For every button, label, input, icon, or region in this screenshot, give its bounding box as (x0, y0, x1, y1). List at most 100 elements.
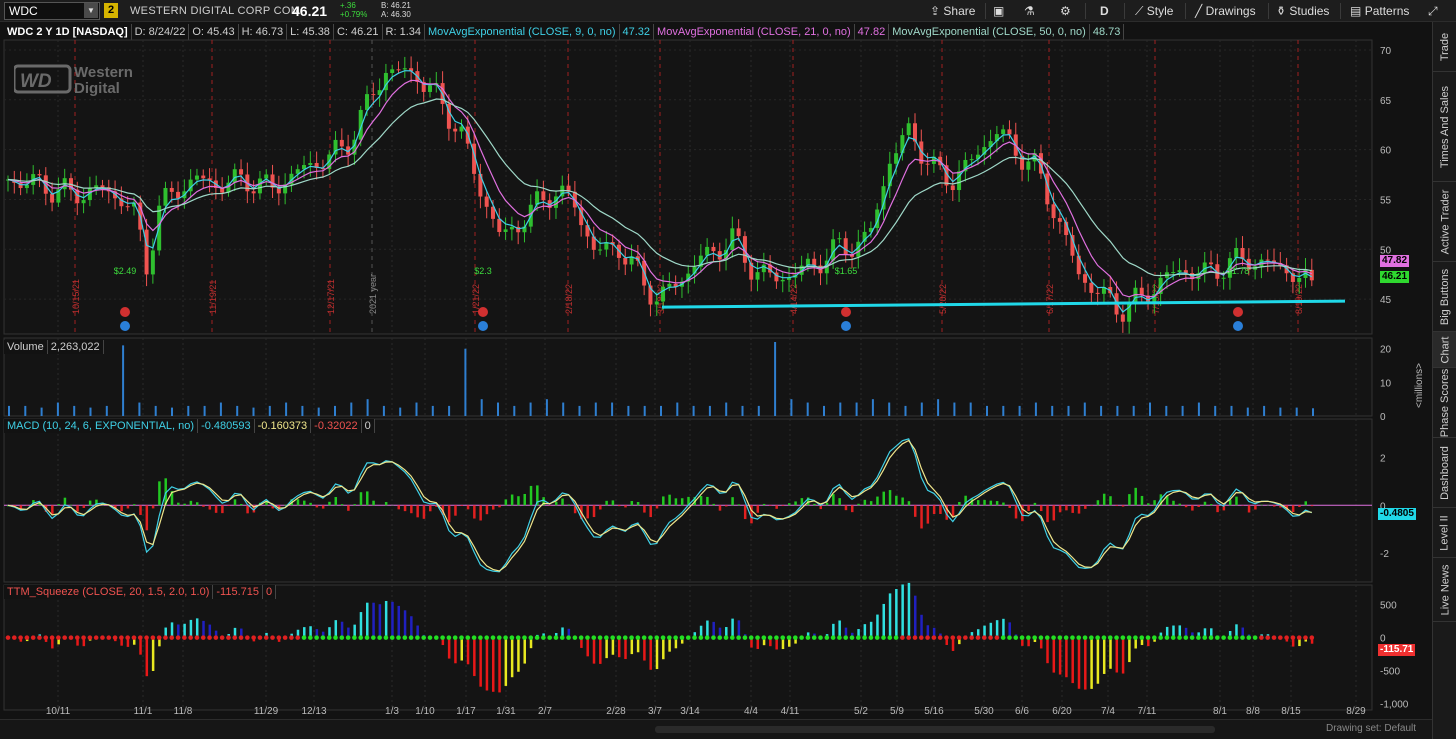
volume-label[interactable]: Volume 2,263,022 (4, 340, 104, 354)
tab-live-news[interactable]: Live News (1433, 558, 1456, 622)
style-button[interactable]: ⟋ Style (1135, 0, 1173, 22)
patterns-button[interactable]: ▤ Patterns (1350, 0, 1409, 22)
tab-trade[interactable]: Trade (1433, 22, 1456, 72)
candle (761, 264, 766, 273)
ttm-momentum-bar (995, 620, 999, 638)
ttm-squeeze-dot (1120, 635, 1126, 640)
ttm-squeeze-dot (150, 635, 156, 640)
volume-bar (725, 402, 728, 416)
ttm-squeeze-dot (1246, 635, 1252, 640)
macd-histogram-bar (347, 505, 350, 511)
ttm-squeeze-dot (1227, 635, 1233, 640)
ttm-squeeze-dot (742, 635, 748, 640)
x-axis-label: 6/20 (1052, 706, 1072, 717)
tab-level-ii[interactable]: Level II (1433, 508, 1456, 558)
ttm-squeeze-dot (314, 635, 319, 640)
time-scrollbar[interactable] (655, 726, 1215, 733)
tab-active-trader[interactable]: Active Trader (1433, 182, 1456, 262)
chart-canvas[interactable]: 10/11 11/1 11/8 11/29 12/13 1/3 1/10 1/17 1/31 2/… (0, 22, 1432, 719)
ttm-squeeze-dot (188, 635, 193, 640)
snapshot-button[interactable]: ▣ (993, 0, 1004, 22)
link-group-badge[interactable]: 2 (104, 3, 118, 18)
ttm-momentum-bar (913, 595, 917, 638)
ttm-squeeze-dot (389, 635, 395, 640)
share-icon: ⇪ (930, 4, 941, 18)
volume-bar (497, 402, 499, 416)
bottom-scroll-bar: Drawing set: Default (0, 719, 1432, 739)
ttm-squeeze-dot (175, 635, 181, 640)
ttm-squeeze-dot (975, 635, 981, 640)
macd-histogram-bar (517, 496, 520, 506)
volume-bar (660, 405, 662, 416)
event-date-label: 2021 year (368, 274, 378, 314)
macd-histogram-bar (523, 493, 526, 506)
macd-histogram-bar (813, 503, 816, 506)
expand-icon[interactable]: ⤢ (1428, 0, 1438, 22)
share-button[interactable]: ⇪ Share (930, 0, 975, 22)
ttm-squeeze-dot (1265, 635, 1271, 640)
ttm-squeeze-dot (534, 635, 540, 640)
volume-unit-label: <millions> (1412, 350, 1426, 410)
ttm-squeeze-dot (30, 635, 36, 640)
ttm-squeeze-dot (988, 635, 993, 640)
macd-histogram-bar (460, 505, 463, 506)
ttm-squeeze-label[interactable]: TTM_Squeeze (CLOSE, 20, 1.5, 2.0, 1.0) -1… (4, 585, 277, 599)
ttm-squeeze-dot (1032, 635, 1037, 640)
macd-histogram-bar (340, 504, 344, 506)
ttm-squeeze-dot (68, 635, 74, 640)
candle (201, 175, 206, 179)
volume-bar (920, 402, 923, 416)
ttm-momentum-bar (523, 637, 526, 664)
macd-label[interactable]: MACD (10, 24, 6, EXPONENTIAL, no) -0.4805… (4, 419, 375, 433)
ttm-momentum-bar (888, 593, 892, 638)
candle (1089, 282, 1094, 293)
macd-histogram-bar (1134, 487, 1137, 506)
macd-histogram-bar (1039, 505, 1043, 512)
volume-bar (415, 402, 418, 416)
macd-histogram-bar (592, 505, 596, 518)
studies-lab-button[interactable]: ⚗ (1024, 0, 1035, 22)
volume-bar (1051, 405, 1054, 416)
tab-phase-scores[interactable]: Phase Scores (1433, 368, 1456, 438)
ttm-squeeze-dot (559, 635, 565, 640)
tab-big-buttons[interactable]: Big Buttons (1433, 262, 1456, 332)
ttm-squeeze-dot (1164, 635, 1170, 640)
ttm-squeeze-dot (1271, 635, 1277, 640)
x-axis-label: 8/29 (1346, 706, 1366, 717)
ttm-squeeze-dot (717, 635, 723, 640)
ttm-squeeze-dot (333, 635, 338, 640)
macd-histogram-bar (328, 501, 331, 506)
ttm-squeeze-dot (87, 635, 93, 640)
macd-histogram-bar (718, 505, 722, 511)
macd-histogram-bar (825, 502, 829, 506)
patterns-icon: ▤ (1350, 4, 1362, 18)
macd-histogram-bar (756, 505, 760, 513)
macd-histogram-bar (422, 505, 426, 519)
tab-chart[interactable]: Chart (1433, 332, 1456, 368)
ttm-squeeze-dot (748, 635, 754, 640)
volume-bar (350, 402, 353, 416)
ttm-squeeze-dot (131, 635, 137, 640)
aggregation-button[interactable]: D (1100, 0, 1109, 22)
tab-times-and-sales[interactable]: Times And Sales (1433, 72, 1456, 182)
ttm-momentum-bar (498, 637, 501, 693)
studies-button[interactable]: ⚱ Studies (1276, 0, 1329, 22)
candle (1234, 248, 1239, 259)
macd-histogram-bar (240, 503, 243, 506)
macd-histogram-bar (189, 500, 193, 506)
macd-histogram-bar (920, 505, 923, 529)
tab-dashboard[interactable]: Dashboard (1433, 438, 1456, 508)
drawing-set-label[interactable]: Drawing set: Default (1326, 723, 1416, 734)
ttm-momentum-bar (869, 621, 873, 638)
candle (251, 191, 256, 194)
ttm-squeeze-dot (251, 635, 256, 640)
candle (1177, 270, 1182, 273)
settings-button[interactable]: ⚙ (1060, 0, 1071, 22)
drawings-button[interactable]: ╱ Drawings (1195, 0, 1256, 22)
ttm-squeeze-dot (1076, 635, 1082, 640)
ttm-momentum-bar (517, 637, 520, 672)
candle (100, 185, 105, 188)
symbol-dropdown-button[interactable]: ▼ (84, 3, 98, 18)
ttm-squeeze-dot (276, 635, 282, 640)
ttm-squeeze-dot (793, 635, 798, 640)
